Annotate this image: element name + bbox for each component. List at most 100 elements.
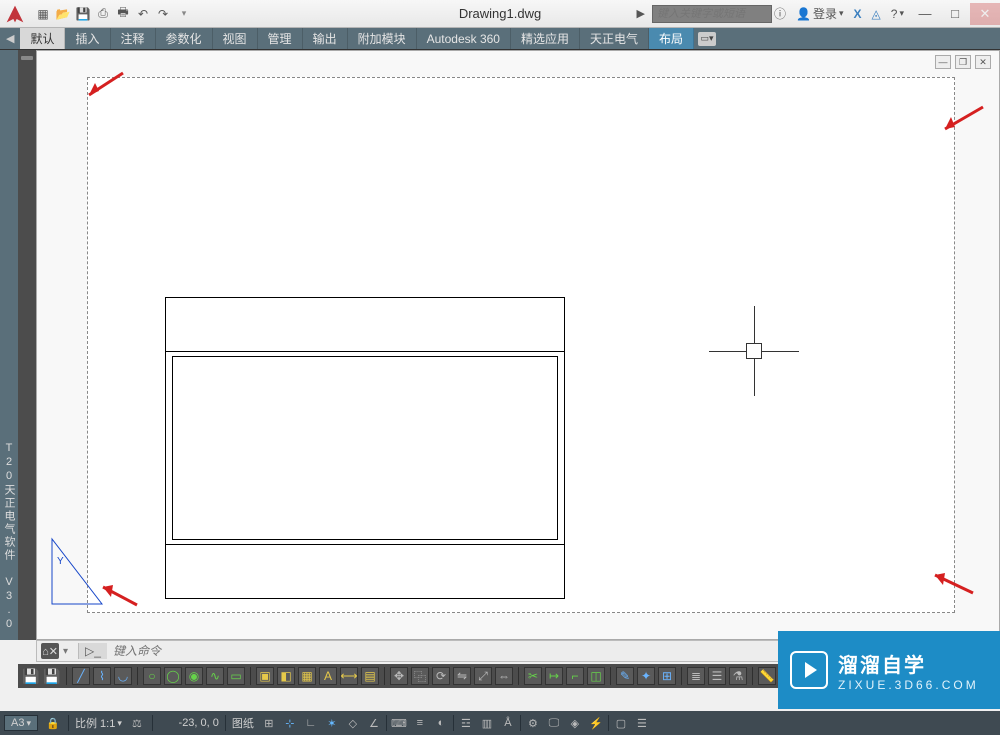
drawing-canvas[interactable]: — ❐ ✕ Y: [36, 50, 1000, 640]
status-bar: A3▾ 🔒 比例 1:1▾ ⚖ -23, 0, 0 图纸 ⊞ ⊹ ∟ ✶ ◇ ∠…: [0, 711, 1000, 735]
ribbon-tab-default[interactable]: 默认: [20, 28, 65, 49]
tool-arc-icon[interactable]: ◡: [114, 667, 132, 685]
palette-collapsed-strip[interactable]: [18, 50, 36, 640]
ribbon-tab-layout[interactable]: 布局: [649, 28, 694, 49]
help-search-input[interactable]: [652, 5, 772, 23]
tool-pline-icon[interactable]: ⌇: [93, 667, 111, 685]
status-sheet-size[interactable]: A3▾: [4, 715, 38, 731]
cmd-prompt-icon[interactable]: ▷_: [78, 643, 107, 659]
status-clean-icon[interactable]: ▢: [612, 714, 630, 732]
ribbon-tab-a360[interactable]: Autodesk 360: [417, 28, 511, 49]
ribbon-scroll-left-icon[interactable]: ◀: [0, 28, 20, 49]
tool-props-icon[interactable]: ☰: [708, 667, 726, 685]
ribbon-tab-featured[interactable]: 精选应用: [511, 28, 580, 49]
status-lwt-icon[interactable]: ≡: [411, 714, 429, 732]
qat-print-icon[interactable]: 🖶: [114, 5, 132, 23]
tool-circle-icon[interactable]: ○: [143, 667, 161, 685]
palette-title[interactable]: T20天正电气软件 V3.0: [0, 50, 18, 640]
tool-ellipse-icon[interactable]: ◯: [164, 667, 182, 685]
tool-rotate-icon[interactable]: ⟳: [432, 667, 450, 685]
tool-erase-icon[interactable]: ✎: [616, 667, 634, 685]
status-paper-toggle[interactable]: 图纸: [232, 715, 254, 731]
ribbon-tab-telec[interactable]: 天正电气: [580, 28, 649, 49]
doc-minimize-icon[interactable]: —: [935, 55, 951, 69]
window-close-icon[interactable]: ✕: [970, 3, 1000, 25]
status-otrack-icon[interactable]: ∠: [365, 714, 383, 732]
tool-trim-icon[interactable]: ✂: [524, 667, 542, 685]
status-sc-icon[interactable]: ▥: [478, 714, 496, 732]
tool-donut-icon[interactable]: ◉: [185, 667, 203, 685]
window-maximize-icon[interactable]: □: [940, 3, 970, 25]
tool-scale-icon[interactable]: ⤢: [474, 667, 492, 685]
tool-fillet-icon[interactable]: ⌐: [566, 667, 584, 685]
ribbon-tab-addins[interactable]: 附加模块: [348, 28, 417, 49]
tool-match-icon[interactable]: ⚗: [729, 667, 747, 685]
window-minimize-icon[interactable]: —: [910, 3, 940, 25]
status-lock-icon[interactable]: 🔒: [44, 714, 62, 732]
login-label: 登录: [813, 5, 837, 22]
cmd-history-icon[interactable]: ▾: [61, 646, 70, 657]
tool-move-icon[interactable]: ✥: [390, 667, 408, 685]
tool-layer-icon[interactable]: ≣: [687, 667, 705, 685]
tool-stretch-icon[interactable]: ⇔: [495, 667, 513, 685]
status-hw-icon[interactable]: ⚡: [587, 714, 605, 732]
status-ortho-icon[interactable]: ∟: [302, 714, 320, 732]
tool-extend-icon[interactable]: ↦: [545, 667, 563, 685]
tool-save-icon[interactable]: 💾: [22, 667, 40, 685]
exchange-apps-icon[interactable]: ◬: [870, 7, 883, 21]
tool-copy-icon[interactable]: ⿻: [411, 667, 429, 685]
tool-offset-icon[interactable]: ◫: [587, 667, 605, 685]
status-osnap-icon[interactable]: ◇: [344, 714, 362, 732]
tool-explode-icon[interactable]: ✦: [637, 667, 655, 685]
ribbon-tab-parametric[interactable]: 参数化: [156, 28, 213, 49]
tool-spline-icon[interactable]: ∿: [206, 667, 224, 685]
status-scale-dropdown[interactable]: 比例 1:1▾: [75, 715, 122, 731]
tool-rect-icon[interactable]: ▭: [227, 667, 245, 685]
ribbon-tab-view[interactable]: 视图: [213, 28, 258, 49]
infocenter-icon[interactable]: ⓘ: [772, 5, 788, 22]
status-dyn-icon[interactable]: ⌨: [390, 714, 408, 732]
tool-mirror-icon[interactable]: ⇋: [453, 667, 471, 685]
doc-close-icon[interactable]: ✕: [975, 55, 991, 69]
app-logo-icon[interactable]: [0, 0, 30, 28]
ribbon-tab-annotate[interactable]: 注释: [111, 28, 156, 49]
ribbon-tab-manage[interactable]: 管理: [258, 28, 303, 49]
status-custom-icon[interactable]: ☰: [633, 714, 651, 732]
status-trans-icon[interactable]: ◐: [432, 714, 450, 732]
tool-measure-icon[interactable]: 📏: [758, 667, 776, 685]
search-trigger-icon[interactable]: ▶: [634, 7, 648, 20]
status-grid-icon[interactable]: ⊞: [260, 714, 278, 732]
cmd-close-icon[interactable]: ⌂✕: [41, 643, 59, 659]
status-scale-sync-icon[interactable]: ⚖: [128, 714, 146, 732]
help-icon[interactable]: ?▾: [889, 7, 906, 21]
tool-block-icon[interactable]: ◧: [277, 667, 295, 685]
qat-more-icon[interactable]: [174, 5, 192, 23]
tool-hatch-icon[interactable]: ▦: [298, 667, 316, 685]
tool-saveall-icon[interactable]: 💾: [43, 667, 61, 685]
status-iso-icon[interactable]: ◈: [566, 714, 584, 732]
qat-undo-icon[interactable]: ↶: [134, 5, 152, 23]
ribbon-collapse-icon[interactable]: ▭▾: [698, 32, 716, 46]
status-anno-icon[interactable]: Å: [499, 714, 517, 732]
doc-restore-icon[interactable]: ❐: [955, 55, 971, 69]
tool-array-icon[interactable]: ⊞: [658, 667, 676, 685]
status-monitor-icon[interactable]: 🖵: [545, 714, 563, 732]
qat-saveas-icon[interactable]: ⎙: [94, 5, 112, 23]
tool-dim-icon[interactable]: ⟷: [340, 667, 358, 685]
tool-line-icon[interactable]: ╱: [72, 667, 90, 685]
qat-save-icon[interactable]: 💾: [74, 5, 92, 23]
status-qp-icon[interactable]: ☲: [457, 714, 475, 732]
status-polar-icon[interactable]: ✶: [323, 714, 341, 732]
ribbon-tab-output[interactable]: 输出: [303, 28, 348, 49]
login-button[interactable]: 👤 登录 ▾: [794, 5, 846, 22]
qat-redo-icon[interactable]: ↷: [154, 5, 172, 23]
qat-new-icon[interactable]: ▦: [34, 5, 52, 23]
qat-open-icon[interactable]: 📂: [54, 5, 72, 23]
tool-insert-icon[interactable]: ▣: [256, 667, 274, 685]
status-snap-icon[interactable]: ⊹: [281, 714, 299, 732]
ribbon-tab-insert[interactable]: 插入: [65, 28, 110, 49]
status-ws-icon[interactable]: ⚙: [524, 714, 542, 732]
tool-text-icon[interactable]: A: [319, 667, 337, 685]
exchange-x-icon[interactable]: X: [852, 7, 864, 21]
tool-table-icon[interactable]: ▤: [361, 667, 379, 685]
